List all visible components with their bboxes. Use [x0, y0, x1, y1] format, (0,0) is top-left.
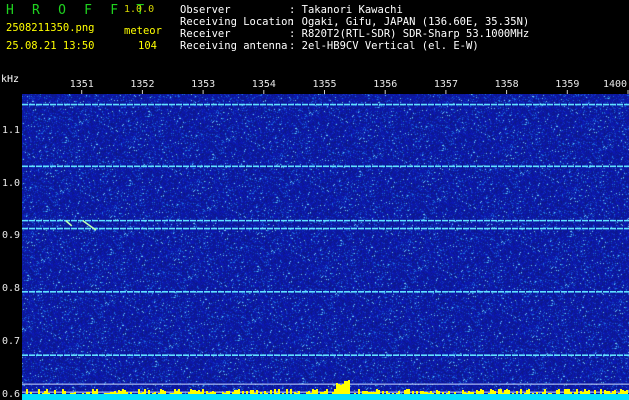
x-tick-label: 1351: [69, 79, 94, 90]
info-label-receiver: Receiver: [180, 28, 231, 40]
x-tick-label: 1356: [373, 79, 398, 90]
info-label-antenna: Receiving antenna: [180, 40, 288, 52]
mode-label: meteor: [124, 25, 162, 37]
y-tick-label: 1.1: [2, 124, 21, 136]
x-tick-label: 1400: [603, 79, 628, 90]
x-tick-label: 1358: [494, 79, 519, 90]
info-value-observer: : Takanori Kawachi: [289, 4, 403, 16]
x-tick-label: 1352: [130, 79, 155, 90]
y-tick-label: 0.6: [2, 388, 21, 400]
x-tick-label: 1355: [312, 79, 337, 90]
file-name: 2508211350.png: [6, 22, 95, 34]
datetime: 25.08.21 13:50: [6, 40, 95, 52]
info-value-receiver: : R820T2(RTL-SDR) SDR-Sharp 53.1000MHz: [289, 28, 530, 40]
info-label-location: Receiving Location: [180, 16, 294, 28]
y-axis-unit: kHz: [1, 74, 20, 85]
spectrogram-canvas: [22, 94, 629, 400]
y-tick-label: 0.7: [2, 335, 21, 347]
info-value-antenna: : 2el-HB9CV Vertical (el. E-W): [289, 40, 479, 52]
x-tick-label: 1357: [433, 79, 458, 90]
y-tick-label: 0.9: [2, 230, 21, 242]
hrofft-window: H R O F F T 1.0.0 2508211350.png meteor …: [0, 0, 629, 400]
x-tick-label: 1359: [555, 79, 580, 90]
spectrogram: [22, 94, 629, 400]
y-tick-label: 0.8: [2, 283, 21, 295]
info-value-location: : Ogaki, Gifu, JAPAN (136.60E, 35.35N): [289, 16, 530, 28]
x-tick-label: 1354: [251, 79, 276, 90]
echo-count: 104: [138, 40, 157, 52]
y-tick-label: 1.0: [2, 177, 21, 189]
info-label-observer: Observer: [180, 4, 231, 16]
app-version: 1.0.0: [124, 4, 155, 15]
x-tick-label: 1353: [191, 79, 216, 90]
